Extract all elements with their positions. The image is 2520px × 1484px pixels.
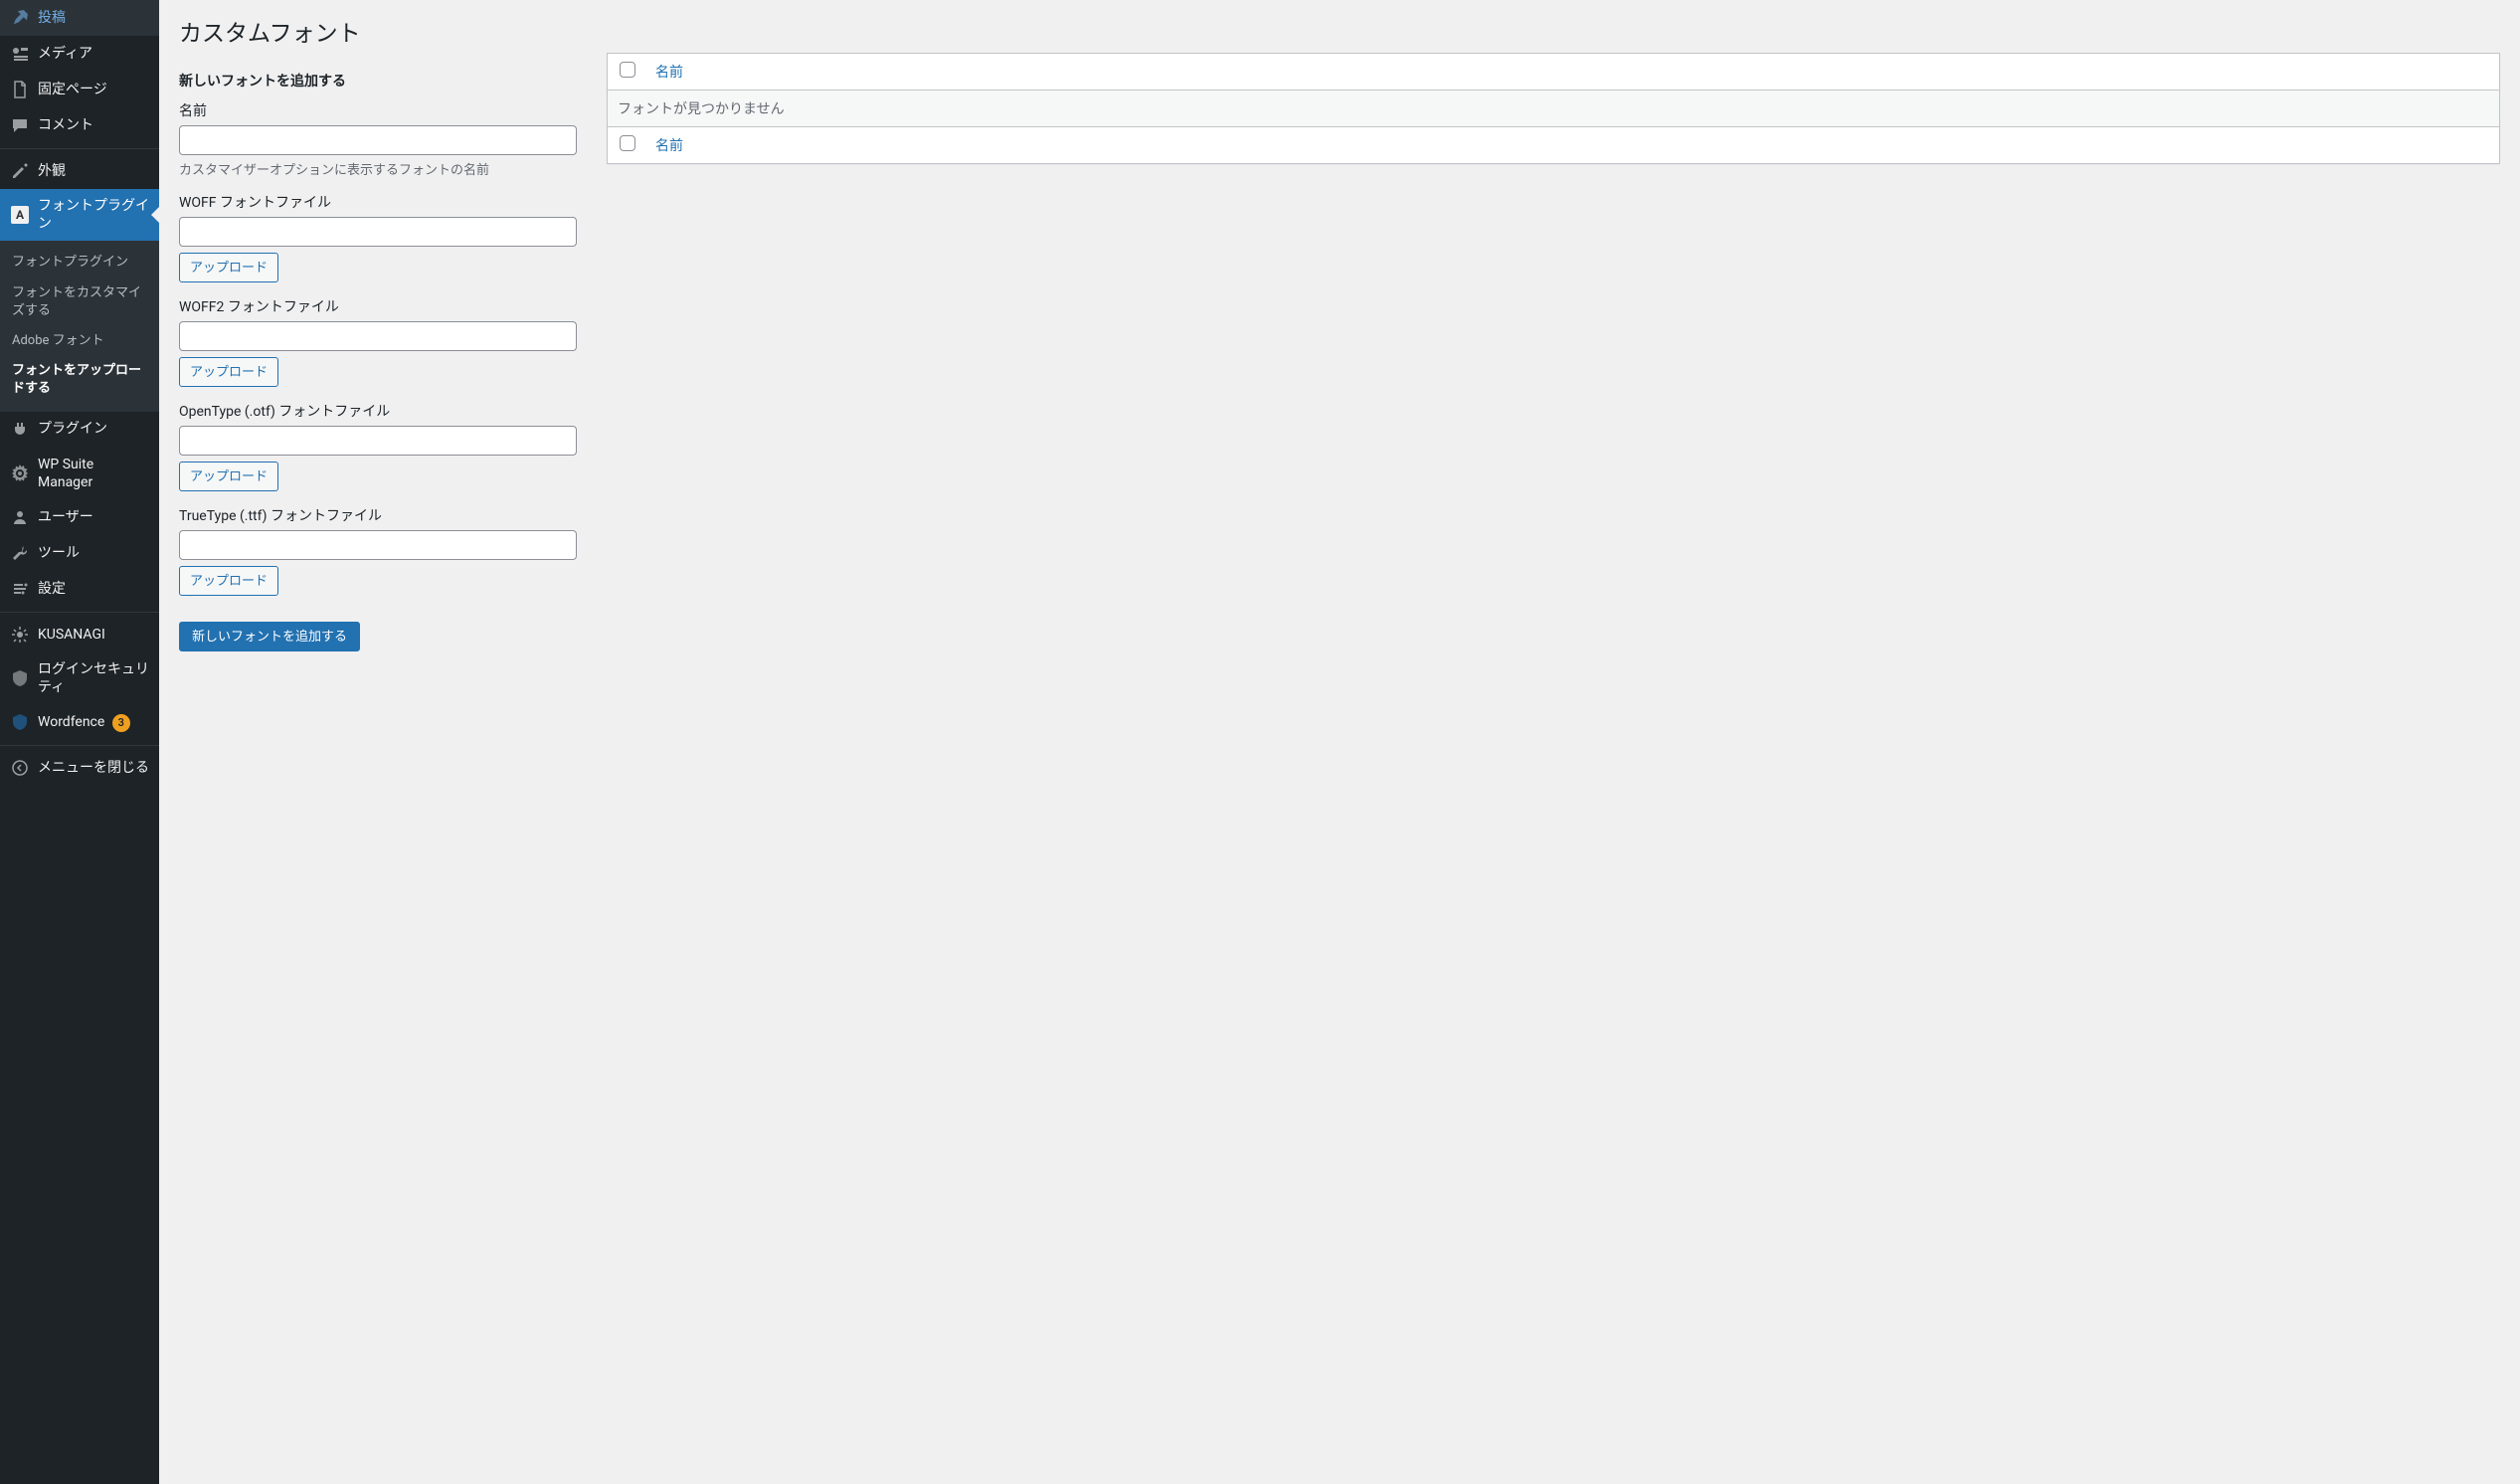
font-icon: A [10,205,30,225]
woff-upload-button[interactable]: アップロード [179,253,278,282]
shield-icon [10,668,30,688]
page-icon [10,80,30,99]
plugin-icon [10,420,30,440]
sidebar-item-users[interactable]: ユーザー [0,499,159,535]
sidebar-item-posts[interactable]: 投稿 [0,0,159,36]
submenu-item-customize-font[interactable]: フォントをカスタマイズする [0,278,159,326]
table-empty-row: フォントが見つかりません [608,90,2500,126]
sidebar-item-tools[interactable]: ツール [0,535,159,571]
submit-button[interactable]: 新しいフォントを追加する [179,622,360,651]
submenu-item-font-plugin[interactable]: フォントプラグイン [0,248,159,278]
submenu-item-upload-font[interactable]: フォントをアップロードする [0,356,159,404]
woff2-upload-button[interactable]: アップロード [179,357,278,387]
menu-label: Wordfence 3 [38,713,151,732]
add-font-form: 新しいフォントを追加する 名前 カスタマイザーオプションに表示するフォントの名前… [179,53,577,651]
gear-icon [10,625,30,645]
submenu-item-adobe-font[interactable]: Adobe フォント [0,326,159,356]
appearance-icon [10,161,30,181]
menu-label: ツール [38,544,151,562]
ttf-input[interactable] [179,530,577,560]
main-content: カスタムフォント 新しいフォントを追加する 名前 カスタマイザーオプションに表示… [159,0,2520,1484]
woff-label: WOFF フォントファイル [179,192,577,212]
fonts-table: 名前 フォントが見つかりません 名前 [607,53,2500,164]
sidebar-item-appearance[interactable]: 外観 [0,153,159,189]
sidebar-item-kusanagi[interactable]: KUSANAGI [0,617,159,652]
sidebar-item-wp-suite[interactable]: WP Suite Manager [0,448,159,499]
menu-label: フォントプラグイン [38,197,151,233]
menu-label: ユーザー [38,508,151,526]
menu-label: 外観 [38,162,151,180]
menu-label: 設定 [38,580,151,598]
column-footer-name[interactable]: 名前 [655,138,683,154]
pin-icon [10,8,30,28]
menu-label: WP Suite Manager [38,456,151,491]
name-help: カスタマイザーオプションに表示するフォントの名前 [179,159,577,178]
sidebar-item-plugins[interactable]: プラグイン [0,412,159,448]
sidebar-collapse[interactable]: メニューを閉じる [0,750,159,786]
menu-label: メディア [38,45,151,63]
sidebar-item-media[interactable]: メディア [0,36,159,72]
woff2-label: WOFF2 フォントファイル [179,296,577,316]
ttf-label: TrueType (.ttf) フォントファイル [179,505,577,525]
tools-icon [10,543,30,563]
sidebar-item-font-plugin[interactable]: A フォントプラグイン [0,189,159,241]
menu-label: コメント [38,116,151,134]
wordfence-icon [10,712,30,732]
column-header-name[interactable]: 名前 [655,65,683,81]
sidebar-item-login-security[interactable]: ログインセキュリティ [0,652,159,704]
sidebar-item-pages[interactable]: 固定ページ [0,72,159,107]
select-all-checkbox[interactable] [620,62,635,78]
menu-label: メニューを閉じる [38,759,151,777]
page-title: カスタムフォント [179,10,2500,53]
menu-label: 固定ページ [38,81,151,98]
user-icon [10,507,30,527]
ttf-upload-button[interactable]: アップロード [179,566,278,596]
name-input[interactable] [179,125,577,155]
sidebar-item-wordfence[interactable]: Wordfence 3 [0,704,159,740]
otf-input[interactable] [179,426,577,456]
collapse-icon [10,758,30,778]
empty-message: フォントが見つかりません [608,90,2500,126]
gear-icon [10,464,30,483]
otf-label: OpenType (.otf) フォントファイル [179,401,577,421]
admin-sidebar: 投稿 メディア 固定ページ コメント 外観 A フォントプラグイン フォントプラ… [0,0,159,1484]
comment-icon [10,115,30,135]
media-icon [10,44,30,64]
form-subtitle: 新しいフォントを追加する [179,71,577,91]
menu-label: プラグイン [38,420,151,438]
sidebar-item-comments[interactable]: コメント [0,107,159,143]
menu-label: ログインセキュリティ [38,660,151,696]
select-all-checkbox-footer[interactable] [620,135,635,151]
submenu-font-plugin: フォントプラグイン フォントをカスタマイズする Adobe フォント フォントを… [0,241,159,411]
settings-icon [10,579,30,599]
menu-label: KUSANAGI [38,626,151,644]
sidebar-item-settings[interactable]: 設定 [0,571,159,607]
woff2-input[interactable] [179,321,577,351]
name-label: 名前 [179,100,577,120]
menu-label: 投稿 [38,9,151,27]
otf-upload-button[interactable]: アップロード [179,462,278,491]
woff-input[interactable] [179,217,577,247]
notification-badge: 3 [112,714,130,732]
